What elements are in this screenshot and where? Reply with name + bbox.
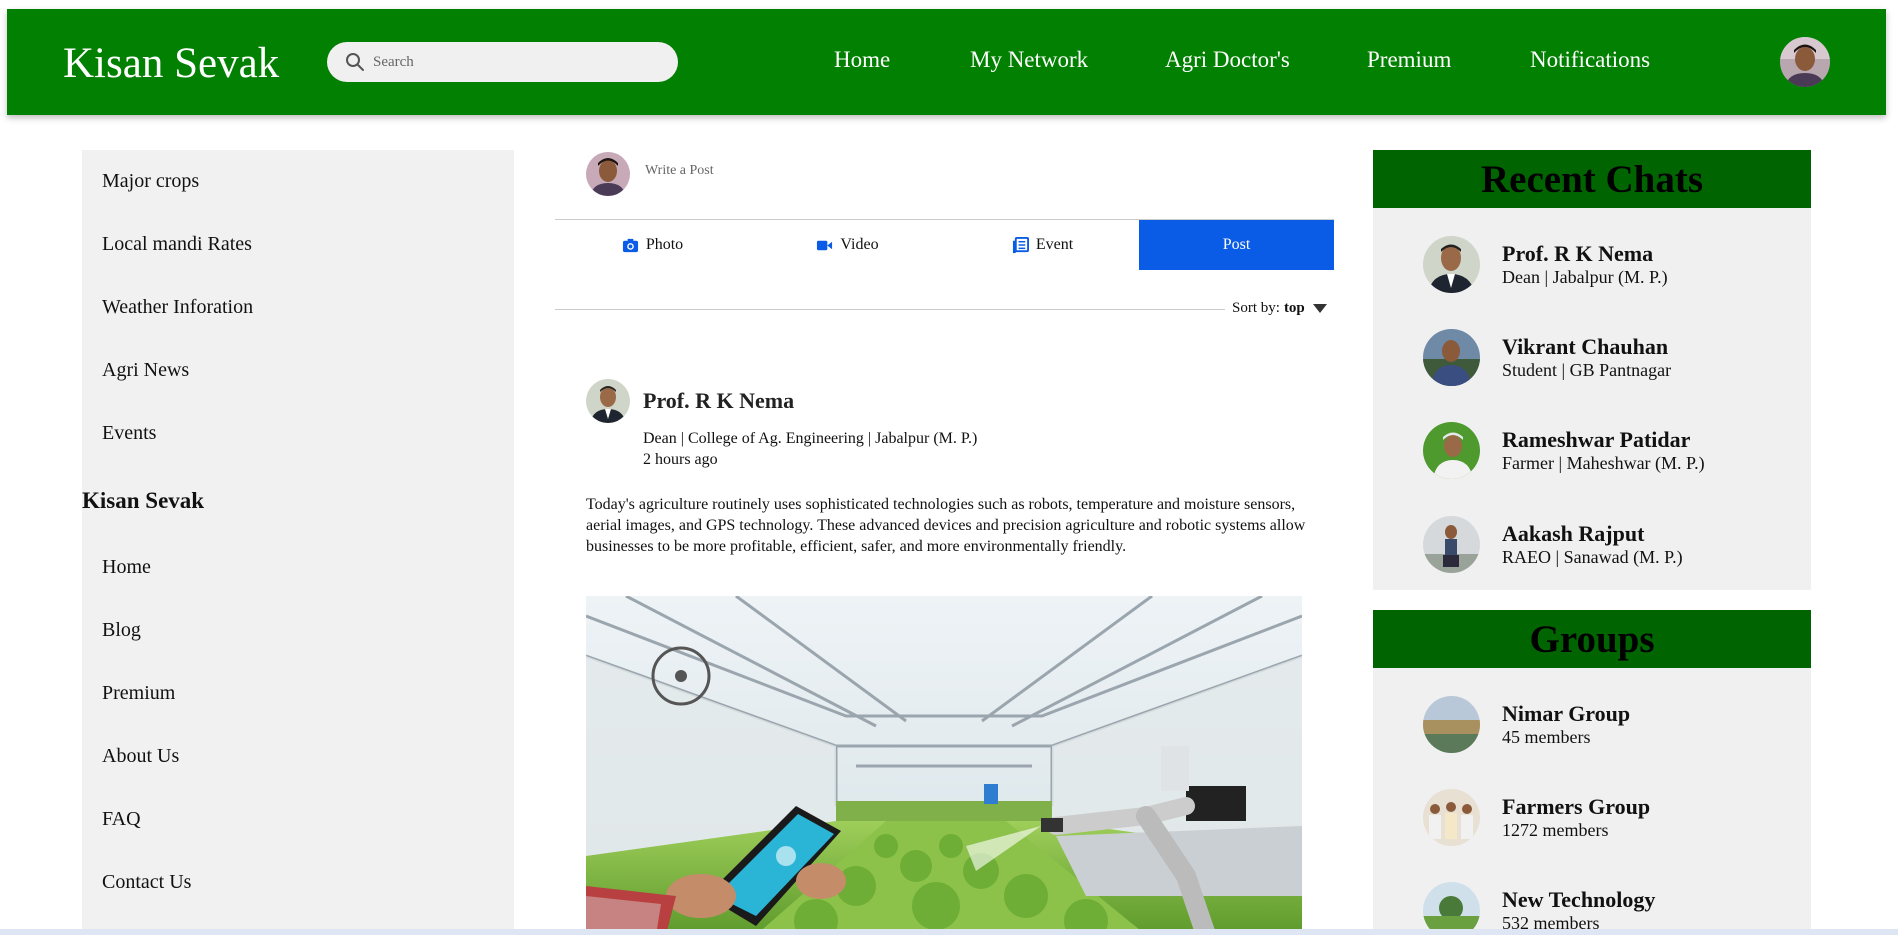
caret-down-icon [1312,304,1327,313]
post-body-text: Today's agriculture routinely uses sophi… [586,496,1306,555]
recent-chats-title: Recent Chats [1373,150,1811,208]
event-tab-button[interactable]: Event [945,220,1140,270]
avatar [1423,881,1480,935]
feed-divider [555,309,1225,310]
sidebar-item-events[interactable]: Events [102,422,156,445]
sort-value: top [1283,300,1305,316]
composer-avatar [586,152,630,196]
sidebar-item-contact-us[interactable]: Contact Us [102,871,191,894]
search-icon [346,53,364,71]
group-members: 1272 members [1502,819,1609,840]
group-name: New Technology [1502,886,1656,912]
post-author-title: Dean | College of Ag. Engineering | Jaba… [643,430,978,447]
chat-subtitle: Dean | Jabalpur (M. P.) [1502,266,1668,287]
video-camera-icon [817,240,833,250]
chat-item-aakash-rajput[interactable]: Aakash Rajput RAEO | Sanawad (M. P.) [1423,514,1683,574]
video-tab-label: Video [840,236,879,253]
chat-name: Vikrant Chauhan [1502,333,1669,359]
chat-name: Aakash Rajput [1502,520,1645,546]
sort-dropdown[interactable]: Sort by: top [1232,300,1327,317]
photo-tab-label: Photo [645,236,684,253]
groups-panel: Groups Nimar Group 45 members Farmers Gr… [1373,610,1811,935]
chat-name: Rameshwar Patidar [1502,426,1691,452]
group-item-new-technology[interactable]: New Technology 532 members [1423,880,1655,935]
group-name: Nimar Group [1502,700,1631,726]
nav-premium[interactable]: Premium [1367,47,1451,73]
photo-tab-button[interactable]: Photo [555,220,750,270]
sidebar-item-agri-news[interactable]: Agri News [102,359,189,382]
avatar [1423,515,1480,573]
top-navbar: Kisan Sevak Home My Network Agri Doctor'… [7,9,1886,115]
post-button-label: Post [1222,236,1251,253]
camera-icon [622,238,638,252]
post-button[interactable]: Post [1139,220,1334,270]
event-tab-label: Event [1035,236,1074,253]
avatar [1423,235,1480,293]
avatar [1423,788,1480,846]
chat-item-vikrant-chauhan[interactable]: Vikrant Chauhan Student | GB Pantnagar [1423,327,1671,387]
sidebar-item-faq[interactable]: FAQ [102,808,141,831]
sidebar-item-weather[interactable]: Weather Inforation [102,296,253,319]
groups-title: Groups [1373,610,1811,668]
search-input[interactable] [373,53,663,71]
nav-home[interactable]: Home [834,47,890,73]
sidebar-item-premium[interactable]: Premium [102,682,175,705]
chat-subtitle: Student | GB Pantnagar [1502,359,1672,380]
sidebar-item-major-crops[interactable]: Major crops [102,170,199,193]
sidebar-item-home[interactable]: Home [102,556,151,579]
search-box[interactable] [327,42,678,82]
sidebar-item-about-us[interactable]: About Us [102,745,179,768]
chat-item-rk-nema[interactable]: Prof. R K Nema Dean | Jabalpur (M. P.) [1423,234,1668,294]
chat-item-rameshwar-patidar[interactable]: Rameshwar Patidar Farmer | Maheshwar (M.… [1423,420,1705,480]
group-item-farmers[interactable]: Farmers Group 1272 members [1423,787,1650,847]
sidebar-item-blog[interactable]: Blog [102,619,141,642]
avatar [1423,328,1480,386]
nav-notifications[interactable]: Notifications [1530,47,1650,73]
post-image-greenhouse[interactable] [586,596,1302,935]
post-author-avatar[interactable] [586,379,630,423]
sidebar-section-heading: Kisan Sevak [82,488,205,513]
sidebar-item-local-mandi-rates[interactable]: Local mandi Rates [102,233,252,256]
calendar-news-icon [1012,236,1029,253]
avatar [1423,695,1480,753]
chat-name: Prof. R K Nema [1502,240,1654,266]
post-author-name[interactable]: Prof. R K Nema [643,388,794,414]
video-tab-button[interactable]: Video [750,220,945,270]
avatar [1423,421,1480,479]
post-meta: Dean | College of Ag. Engineering | Jaba… [643,428,977,470]
chat-subtitle: Farmer | Maheshwar (M. P.) [1502,452,1705,473]
left-sidebar: Major crops Local mandi Rates Weather In… [82,150,514,935]
post-timestamp: 2 hours ago [643,451,718,468]
nav-my-network[interactable]: My Network [970,47,1088,73]
group-item-nimar[interactable]: Nimar Group 45 members [1423,694,1630,754]
chat-subtitle: RAEO | Sanawad (M. P.) [1502,546,1683,567]
group-members: 45 members [1502,726,1591,747]
user-avatar[interactable] [1780,37,1830,87]
nav-agri-doctors[interactable]: Agri Doctor's [1165,47,1290,73]
sort-label: Sort by: [1232,300,1280,316]
write-post-input[interactable] [645,163,1045,179]
composer-toolbar: Photo Video Event Post [555,219,1334,270]
brand-logo-text[interactable]: Kisan Sevak [63,39,279,88]
horizontal-scrollbar[interactable] [0,929,1898,935]
recent-chats-panel: Recent Chats Prof. R K Nema Dean | Jabal… [1373,150,1811,590]
group-name: Farmers Group [1502,793,1651,819]
